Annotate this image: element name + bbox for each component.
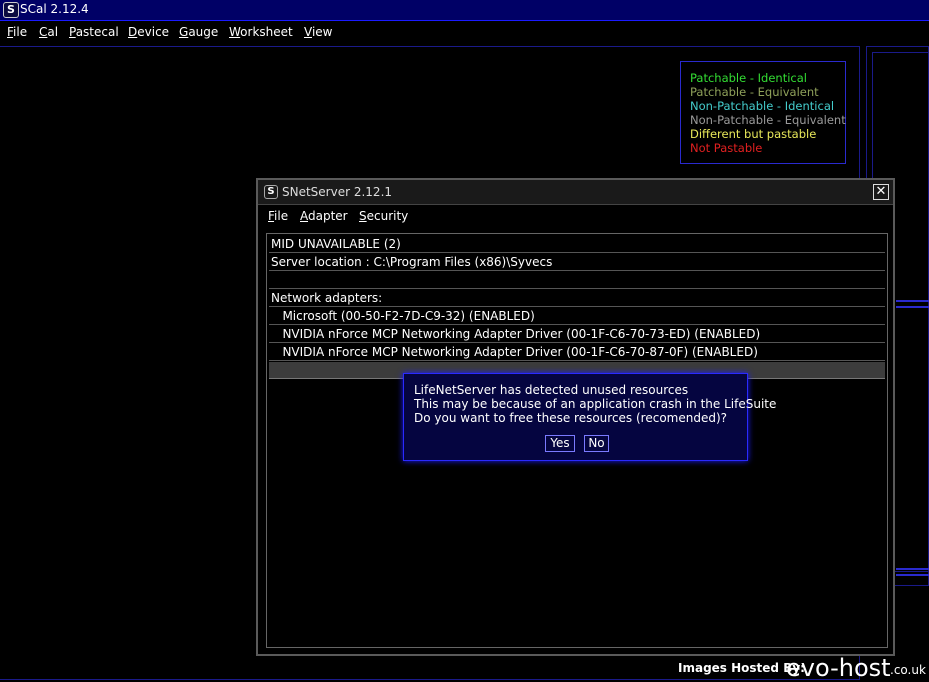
legend-item: Patchable - Identical <box>690 71 807 85</box>
watermark-tld: .co.uk <box>890 663 926 677</box>
yes-button-label: Yes <box>550 436 570 450</box>
right-panel-divider <box>896 300 929 302</box>
snetserver-title: SNetServer 2.12.1 <box>282 185 393 199</box>
app-titlebar: S SCal 2.12.4 <box>0 0 929 21</box>
prompt-message-line: LifeNetServer has detected unused resour… <box>414 383 689 397</box>
free-resources-prompt: LifeNetServer has detected unused resour… <box>403 373 776 461</box>
right-panel-divider <box>896 574 929 576</box>
app-menubar: File Cal Pastecal Device Gauge Worksheet… <box>0 21 929 45</box>
prompt-message-line: Do you want to free these resources (rec… <box>414 411 728 425</box>
no-button[interactable]: No <box>584 435 609 452</box>
snetserver-logo-icon: S <box>264 185 278 199</box>
list-item[interactable]: Microsoft (00-50-F2-7D-C9-32) (ENABLED) <box>269 308 885 325</box>
app-logo-icon: S <box>3 2 19 18</box>
list-item[interactable]: NVIDIA nForce MCP Networking Adapter Dri… <box>269 344 885 361</box>
watermark-logo: evo-host <box>786 654 891 682</box>
legend-item: Non-Patchable - Identical <box>690 99 835 113</box>
menu-worksheet[interactable]: Worksheet <box>229 25 293 39</box>
list-item[interactable]: Server location : C:\Program Files (x86)… <box>269 254 885 271</box>
dialog-menu-security[interactable]: Security <box>359 209 408 223</box>
list-item[interactable]: MID UNAVAILABLE (2) <box>269 236 885 253</box>
no-button-label: No <box>588 436 605 450</box>
dialog-menu-file[interactable]: File <box>268 209 288 223</box>
legend-item: Patchable - Equivalent <box>690 85 819 99</box>
legend-item: Non-Patchable - Equivalent <box>690 113 846 127</box>
menu-device[interactable]: Device <box>128 25 169 39</box>
menu-pastecal[interactable]: Pastecal <box>69 25 119 39</box>
right-panel-divider <box>896 306 929 308</box>
menu-cal[interactable]: Cal <box>39 25 58 39</box>
close-icon[interactable]: ✕ <box>873 184 889 200</box>
list-item[interactable]: NVIDIA nForce MCP Networking Adapter Dri… <box>269 326 885 343</box>
yes-button[interactable]: Yes <box>545 435 575 452</box>
legend-item: Not Pastable <box>690 141 763 155</box>
legend-item: Different but pastable <box>690 127 817 141</box>
list-item[interactable]: Network adapters: <box>269 290 885 307</box>
menu-gauge[interactable]: Gauge <box>179 25 218 39</box>
menu-view[interactable]: View <box>304 25 332 39</box>
prompt-message-line: This may be because of an application cr… <box>414 397 777 411</box>
list-item[interactable] <box>269 272 885 289</box>
dialog-menu-adapter[interactable]: Adapter <box>300 209 348 223</box>
menu-file[interactable]: File <box>7 25 27 39</box>
paste-status-legend: Patchable - Identical Patchable - Equiva… <box>680 61 846 164</box>
snetserver-titlebar[interactable]: S SNetServer 2.12.1 ✕ <box>258 180 893 205</box>
right-panel-divider <box>896 568 929 570</box>
app-title: SCal 2.12.4 <box>20 2 89 16</box>
